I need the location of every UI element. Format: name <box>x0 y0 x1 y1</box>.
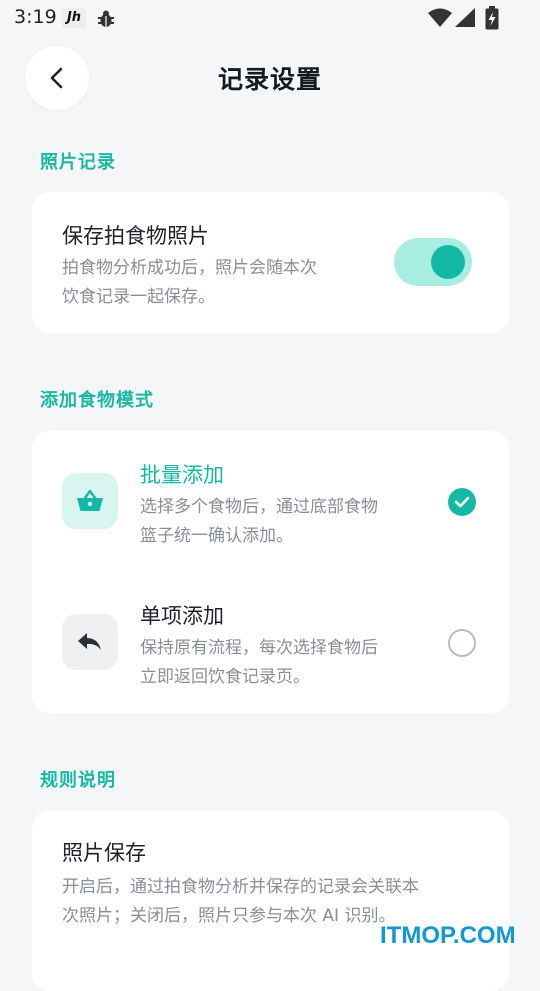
status-bar: 3:19 Jh <box>0 0 540 36</box>
check-icon <box>454 496 470 508</box>
watermark: ITMOP.COM <box>380 922 516 949</box>
add-mode-card: 批量添加 选择多个食物后，通过底部食物 篮子统一确认添加。 单项添加 保持原有流… <box>32 431 509 713</box>
toggle-knob <box>431 245 465 279</box>
wifi-icon <box>428 8 452 32</box>
option-batch-add[interactable]: 批量添加 选择多个食物后，通过底部食物 篮子统一确认添加。 <box>32 431 509 572</box>
option-single-add[interactable]: 单项添加 保持原有流程，每次选择食物后 立即返回饮食记录页。 <box>32 572 509 713</box>
app-notification-icon: Jh <box>62 8 86 28</box>
section-title-mode: 添加食物模式 <box>40 390 154 411</box>
status-time: 3:19 <box>14 6 57 28</box>
battery-charging-icon <box>485 6 499 34</box>
batch-add-desc: 选择多个食物后，通过底部食物 篮子统一确认添加。 <box>140 497 378 546</box>
section-title-rules: 规则说明 <box>40 770 116 791</box>
single-add-radio-unchecked[interactable] <box>448 629 476 657</box>
photo-save-rule-title: 照片保存 <box>62 841 146 865</box>
save-photo-toggle[interactable] <box>394 238 472 286</box>
batch-add-title: 批量添加 <box>140 463 224 487</box>
save-photo-desc: 拍食物分析成功后，照片会随本次 饮食记录一起保存。 <box>62 258 317 307</box>
photo-save-rule-desc: 开启后，通过拍食物分析并保存的记录会关联本 次照片；关闭后，照片只参与本次 AI… <box>62 877 419 926</box>
signal-icon <box>455 8 476 32</box>
photo-settings-card: 保存拍食物照片 拍食物分析成功后，照片会随本次 饮食记录一起保存。 <box>32 192 509 333</box>
batch-add-radio-checked[interactable] <box>448 488 476 516</box>
return-arrow-icon <box>62 614 118 670</box>
rules-card: 照片保存 开启后，通过拍食物分析并保存的记录会关联本 次照片；关闭后，照片只参与… <box>32 811 509 991</box>
page-title: 记录设置 <box>217 65 322 94</box>
save-photo-title: 保存拍食物照片 <box>62 224 209 248</box>
bug-icon <box>96 9 116 33</box>
section-title-photo: 照片记录 <box>40 152 116 173</box>
single-add-title: 单项添加 <box>140 604 224 628</box>
basket-icon <box>62 473 118 529</box>
single-add-desc: 保持原有流程，每次选择食物后 立即返回饮食记录页。 <box>140 638 378 687</box>
